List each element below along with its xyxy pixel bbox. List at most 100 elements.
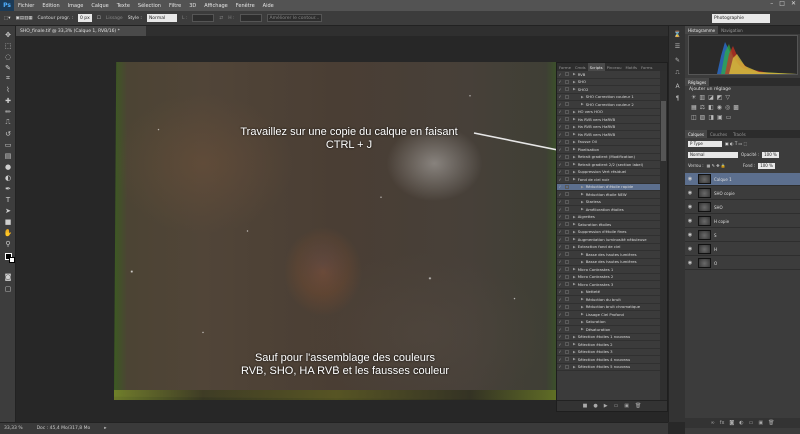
expand-icon[interactable]: ▶	[581, 95, 584, 99]
action-dialog-toggle[interactable]	[565, 94, 569, 99]
expand-icon[interactable]: ▶	[573, 275, 576, 279]
expand-icon[interactable]: ▶	[573, 132, 576, 136]
posterize-icon[interactable]: ▨	[700, 114, 706, 121]
expand-icon[interactable]: ▶	[573, 170, 576, 174]
action-dialog-toggle[interactable]	[565, 192, 569, 197]
photo-filter-icon[interactable]: ◉	[717, 104, 722, 111]
expand-icon[interactable]: ▶	[581, 185, 584, 189]
expand-icon[interactable]: ▶	[581, 102, 584, 106]
action-dialog-toggle[interactable]	[565, 169, 569, 174]
action-dialog-toggle[interactable]	[565, 124, 569, 129]
action-row[interactable]: ✓ ▶ HO vers HOO	[557, 109, 661, 116]
action-row[interactable]: ✓ ▶ Basse des hautes lumières	[557, 259, 661, 266]
action-row[interactable]: ✓ ▶ Saturation	[557, 319, 661, 326]
expand-icon[interactable]: ▶	[581, 327, 584, 331]
action-check-icon[interactable]: ✓	[557, 192, 563, 197]
play-icon[interactable]: ▶	[604, 403, 608, 409]
expand-icon[interactable]: ▶	[573, 87, 576, 91]
expand-icon[interactable]: ▶	[581, 200, 584, 204]
expand-icon[interactable]: ▶	[573, 282, 576, 286]
layer-row[interactable]: ◉ SHO	[685, 201, 800, 214]
action-row[interactable]: ✓ ▶ RVB	[557, 71, 661, 79]
action-row[interactable]: ✓ ▶ Ha RVB vers HaRVB	[557, 124, 661, 131]
action-row[interactable]: ✓ ▶ Starless	[557, 199, 661, 206]
layer-row[interactable]: ◉ Calque 1	[685, 173, 800, 186]
visibility-eye-icon[interactable]: ◉	[685, 232, 695, 238]
action-dialog-toggle[interactable]	[565, 222, 569, 227]
action-check-icon[interactable]: ✓	[557, 334, 563, 339]
lock-icons[interactable]: ▦ ✎ ✥ 🔒	[707, 163, 726, 168]
channel-mixer-icon[interactable]: ◎	[725, 104, 730, 111]
action-row[interactable]: ✓ ▶ Lissage Ciel Profond	[557, 311, 661, 319]
visibility-eye-icon[interactable]: ◉	[685, 246, 695, 252]
tab-histogramme[interactable]: Histogramme	[685, 26, 719, 34]
opacity-input[interactable]: 100 %	[762, 151, 779, 158]
action-check-icon[interactable]: ✓	[557, 237, 563, 242]
scroll-thumb[interactable]	[661, 101, 666, 161]
action-check-icon[interactable]: ✓	[557, 177, 563, 182]
curves-icon[interactable]: ◪	[708, 94, 714, 101]
link-icon[interactable]: ∞	[711, 420, 715, 426]
action-row[interactable]: ✓ ▶ Micro Contrastes 3	[557, 281, 661, 289]
action-dialog-toggle[interactable]	[565, 72, 569, 77]
brush-panel-icon[interactable]: ✎	[672, 56, 683, 65]
expand-icon[interactable]: ▶	[573, 140, 576, 144]
expand-icon[interactable]: ▶	[573, 117, 576, 121]
invert-icon[interactable]: ◫	[691, 114, 697, 121]
expand-icon[interactable]: ▶	[573, 342, 576, 346]
action-check-icon[interactable]: ✓	[557, 289, 563, 294]
expand-icon[interactable]: ▶	[581, 312, 584, 316]
expand-icon[interactable]: ▶	[573, 350, 576, 354]
action-dialog-toggle[interactable]	[565, 237, 569, 242]
action-check-icon[interactable]: ✓	[557, 169, 563, 174]
expand-icon[interactable]: ▶	[573, 177, 576, 181]
action-dialog-toggle[interactable]	[565, 342, 569, 347]
visibility-eye-icon[interactable]: ◉	[685, 204, 695, 210]
fx-icon[interactable]: fx	[720, 420, 725, 426]
action-dialog-toggle[interactable]	[565, 282, 569, 287]
action-check-icon[interactable]: ✓	[557, 267, 563, 272]
action-row[interactable]: ✓ ▶ Sélection étoiles 2	[557, 341, 661, 349]
levels-icon[interactable]: ▥	[699, 94, 705, 101]
action-dialog-toggle[interactable]	[565, 132, 569, 137]
threshold-icon[interactable]: ◨	[708, 114, 714, 121]
action-dialog-toggle[interactable]	[565, 109, 569, 114]
action-check-icon[interactable]: ✓	[557, 349, 563, 354]
tab-cmds[interactable]: Cmds	[573, 63, 588, 71]
expand-icon[interactable]: ▶	[573, 215, 576, 219]
action-row[interactable]: ✓ ▶ Ha RVB vers HaRVB	[557, 116, 661, 124]
visibility-eye-icon[interactable]: ◉	[685, 176, 695, 182]
action-check-icon[interactable]: ✓	[557, 244, 563, 249]
layer-row[interactable]: ◉ H copie	[685, 215, 800, 228]
action-dialog-toggle[interactable]	[565, 229, 569, 234]
expand-icon[interactable]: ▶	[573, 230, 576, 234]
expand-icon[interactable]: ▶	[573, 147, 576, 151]
action-dialog-toggle[interactable]	[565, 304, 569, 309]
action-row[interactable]: ✓ ▶ Réduction d'étoile rapide	[557, 183, 661, 191]
record-icon[interactable]: ●	[593, 403, 597, 409]
expand-icon[interactable]: ▶	[573, 110, 576, 114]
action-dialog-toggle[interactable]	[565, 244, 569, 249]
action-check-icon[interactable]: ✓	[557, 207, 563, 212]
expand-icon[interactable]: ▶	[573, 125, 576, 129]
brightness-icon[interactable]: ☀	[691, 94, 696, 101]
action-check-icon[interactable]: ✓	[557, 147, 563, 152]
history-panel-icon[interactable]: ⌛	[672, 30, 683, 39]
expand-icon[interactable]: ▶	[573, 155, 576, 159]
action-row[interactable]: ✓ ▶ Retrait gradient (Modification)	[557, 154, 661, 161]
action-dialog-toggle[interactable]	[565, 147, 569, 152]
action-dialog-toggle[interactable]	[565, 117, 569, 122]
action-row[interactable]: ✓ ▶ Netteté	[557, 289, 661, 296]
action-check-icon[interactable]: ✓	[557, 94, 563, 99]
expand-icon[interactable]: ▶	[581, 305, 584, 309]
expand-icon[interactable]: ▶	[581, 260, 584, 264]
adjust-layer-icon[interactable]: ◐	[739, 420, 743, 426]
layer-row[interactable]: ◉ SHO copie	[685, 187, 800, 200]
action-row[interactable]: ✓ ▶ SHO2	[557, 86, 661, 94]
action-dialog-toggle[interactable]	[565, 327, 569, 332]
action-row[interactable]: ✓ ▶ Saturation étoiles	[557, 221, 661, 229]
clone-panel-icon[interactable]: ⎍	[672, 68, 683, 77]
layer-row[interactable]: ◉ O	[685, 257, 800, 270]
action-check-icon[interactable]: ✓	[557, 154, 563, 159]
expand-icon[interactable]: ▶	[573, 267, 576, 271]
